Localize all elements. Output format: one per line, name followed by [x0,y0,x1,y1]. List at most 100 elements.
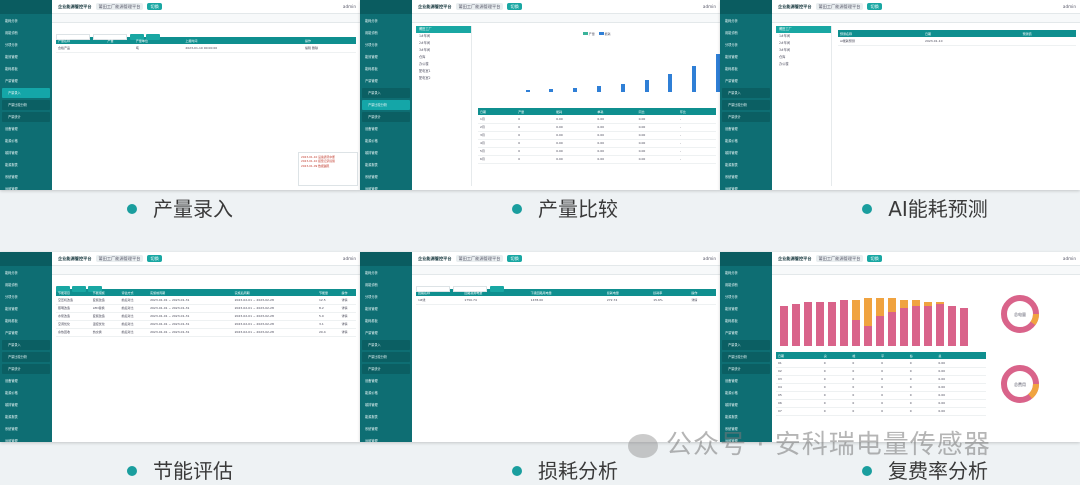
switch-button[interactable]: 切换 [867,255,882,262]
sidebar-item[interactable]: 能源价格 [362,136,410,146]
factory-select[interactable]: 莆田工厂能源管理平台 [815,3,864,10]
sidebar-item[interactable]: 产量统计 [2,364,50,374]
tree-node[interactable]: 配电室2 [416,75,471,82]
sidebar-item[interactable]: 产量比较分析 [722,352,770,362]
switch-button[interactable]: 切换 [147,3,162,10]
sidebar-item[interactable]: 分项分析 [722,40,770,50]
sidebar-item[interactable]: 产量管理 [362,76,410,86]
factory-select[interactable]: 莆田工厂能源管理平台 [815,255,864,262]
tree-node[interactable]: 2#车间 [416,40,471,47]
user-name[interactable]: admin [703,0,716,13]
sidebar-item[interactable]: 分项分析 [362,40,410,50]
sidebar-item[interactable]: 能耗看板 [722,316,770,326]
tree-node[interactable]: 1#车间 [776,33,831,40]
table-row[interactable]: 04 0 0 0 0 0.00 [776,383,986,392]
sidebar-item[interactable]: 设备管理 [2,124,50,134]
delete-button[interactable] [72,285,86,292]
tree-node[interactable]: 办公楼 [416,61,471,68]
sidebar-item[interactable]: 产量录入 [362,340,410,350]
sidebar-item[interactable]: 产量比较分析 [362,100,410,110]
factory-select[interactable]: 莆田工厂能源管理平台 [455,255,504,262]
sidebar-item[interactable]: 产量录入 [722,340,770,350]
add-button[interactable] [146,33,160,40]
table-row[interactable]: 03 0 0 0 0 0.00 [776,375,986,384]
table-row[interactable]: 6月 0 0.00 0.00 0.00- [478,155,716,164]
sidebar-item[interactable]: 产量比较分析 [2,352,50,362]
sidebar-item[interactable]: 产量管理 [722,76,770,86]
sidebar-item[interactable]: 系统管理 [2,424,50,434]
switch-button[interactable]: 切换 [867,3,882,10]
sidebar-item[interactable]: 产量录入 [362,88,410,98]
sidebar-item[interactable]: 系统管理 [362,172,410,182]
table-row[interactable]: 照明改造 LED替换 前后对比 2023-01-01 ~ 2023-01-31 2023… [56,304,356,313]
sidebar-item[interactable]: 产量录入 [722,88,770,98]
tree-node[interactable]: 3#车间 [776,47,831,54]
sidebar-item[interactable]: 能耗分析 [2,268,50,278]
tree-node[interactable]: 3#车间 [416,47,471,54]
sidebar-item[interactable]: 能耗看板 [362,316,410,326]
tree-node[interactable]: 莆田工厂 [416,26,471,33]
user-name[interactable]: admin [1063,0,1076,13]
tree-node[interactable]: 莆田工厂 [776,26,831,33]
sidebar-item[interactable]: 能源报表 [722,160,770,170]
sidebar-item[interactable]: 碳排管理 [722,400,770,410]
table-row[interactable]: 余热回收 热交换 前后对比 2023-01-01 ~ 2023-01-31 2023-0… [56,328,356,337]
tree-node[interactable]: 2#车间 [776,40,831,47]
sidebar-item[interactable]: 分项分析 [2,292,50,302]
sidebar-item[interactable]: 产量比较分析 [362,352,410,362]
sidebar-item[interactable]: 产量统计 [722,112,770,122]
sidebar-item[interactable]: 产量管理 [2,76,50,86]
sidebar-item[interactable]: 碳排管理 [362,400,410,410]
sidebar-item[interactable]: 产量统计 [362,112,410,122]
tree-node[interactable]: 配电室1 [416,68,471,75]
sidebar-item[interactable]: 设备管理 [362,376,410,386]
factory-select[interactable]: 莆田工厂能源管理平台 [455,3,504,10]
sidebar-item[interactable]: 产量统计 [722,364,770,374]
sidebar-item[interactable]: 分项分析 [722,292,770,302]
table-row[interactable]: 01 0 0 0 0 0.00 [776,359,986,368]
sidebar-item[interactable]: 能耗分析 [362,16,410,26]
sidebar-item[interactable]: 能效管理 [2,304,50,314]
sidebar-item[interactable]: 产量管理 [722,328,770,338]
table-row[interactable]: 4月 0 0.00 0.00 0.00- [478,139,716,148]
sidebar-item[interactable]: 能源报表 [722,412,770,422]
table-row[interactable]: 3月 0 0.00 0.00 0.00- [478,131,716,140]
sidebar-item[interactable]: 系统管理 [362,424,410,434]
sidebar-item[interactable]: 设备管理 [2,376,50,386]
factory-select[interactable]: 莆田工厂能源管理平台 [95,3,144,10]
sidebar-item[interactable]: 能耗分析 [2,16,50,26]
table-row[interactable]: AI能耗预测 2023-01-10 [838,37,1076,46]
sidebar-item[interactable]: 能耗分析 [722,268,770,278]
sidebar-item[interactable]: 运维管理 [2,184,50,190]
table-row[interactable]: 07 0 0 0 0 0.00 [776,407,986,416]
tree-node[interactable]: 仓库 [416,54,471,61]
sidebar-item[interactable]: 能耗看板 [362,64,410,74]
sidebar-item[interactable]: 用能诊断 [722,280,770,290]
query-button[interactable] [490,285,504,292]
sidebar-item[interactable]: 能耗看板 [2,316,50,326]
table-row[interactable]: 合格产品 吨 2023-01-10 00:00:00 编辑 删除 [56,44,356,53]
sidebar-item[interactable]: 产量比较分析 [722,100,770,110]
tree-node[interactable]: 仓库 [776,54,831,61]
sidebar-item[interactable]: 能效管理 [362,304,410,314]
sidebar-item[interactable]: 分项分析 [362,292,410,302]
sidebar-item[interactable]: 用能诊断 [722,28,770,38]
sidebar-item[interactable]: 碳排管理 [2,148,50,158]
sidebar-item[interactable]: 能耗分析 [362,268,410,278]
sidebar-item[interactable]: 能源价格 [2,136,50,146]
sidebar-item[interactable]: 能效管理 [722,52,770,62]
table-row[interactable]: 02 0 0 0 0 0.00 [776,367,986,376]
sidebar-item[interactable]: 能源报表 [2,160,50,170]
sidebar-item[interactable]: 能源价格 [2,388,50,398]
sidebar-item[interactable]: 能效管理 [2,52,50,62]
sidebar-item[interactable]: 能效管理 [722,304,770,314]
table-row[interactable]: 06 0 0 0 0 0.00 [776,399,986,408]
table-row[interactable]: 空调优化 温控优化 前后对比 2023-01-01 ~ 2023-01-31 2023-… [56,320,356,329]
sidebar-item[interactable]: 碳排管理 [722,148,770,158]
sidebar-item[interactable]: 设备管理 [722,376,770,386]
sidebar-item[interactable]: 能耗分析 [722,16,770,26]
sidebar-item[interactable]: 用能诊断 [2,280,50,290]
table-row[interactable]: 05 0 0 0 0 0.00 [776,391,986,400]
sidebar-item[interactable]: 产量管理 [362,328,410,338]
table-row[interactable]: 水泵改造 变频改造 前后对比 2023-01-01 ~ 2023-01-31 2023-… [56,312,356,321]
